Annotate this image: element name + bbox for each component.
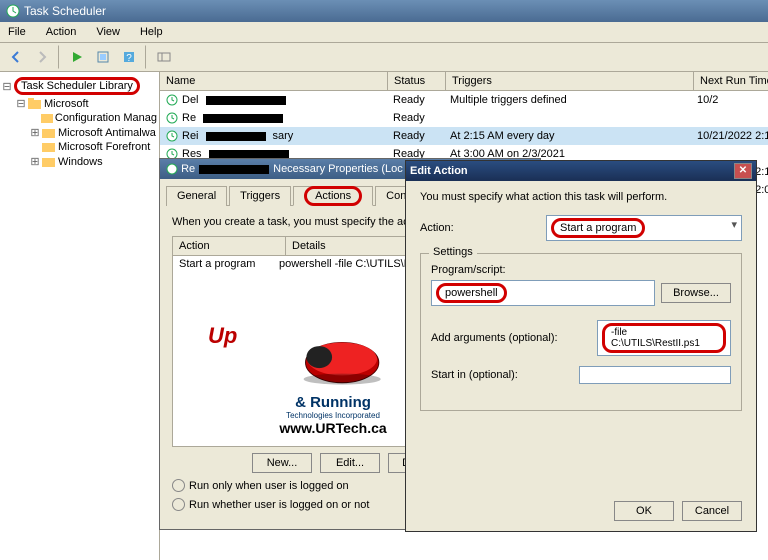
run-button[interactable]	[65, 45, 89, 69]
clock-icon	[166, 130, 178, 142]
group-legend: Settings	[429, 246, 477, 258]
tree-label: Windows	[58, 156, 103, 168]
tree-pane: ⊟ Task Scheduler Library ⊟Microsoft Conf…	[0, 72, 160, 560]
mouse-icon	[278, 323, 388, 393]
clock-icon	[166, 94, 178, 106]
tree-item[interactable]: Microsoft Forefront	[30, 140, 157, 154]
edit-button[interactable]: Edit...	[320, 453, 380, 473]
tree-root[interactable]: ⊟ Task Scheduler Library	[2, 76, 157, 96]
program-label: Program/script:	[431, 264, 731, 276]
col-action[interactable]: Action	[173, 237, 286, 255]
program-input[interactable]: powershell	[431, 280, 655, 306]
collapse-icon[interactable]: ⊟	[2, 80, 12, 93]
task-row[interactable]: ReReady	[160, 109, 768, 127]
tree-label: Microsoft Forefront	[58, 141, 150, 153]
col-next[interactable]: Next Run Time	[694, 72, 768, 90]
window-title: Task Scheduler	[24, 4, 106, 18]
highlight-circle: -file C:\UTILS\RestII.ps1	[602, 323, 726, 353]
separator	[145, 45, 148, 69]
arguments-label: Add arguments (optional):	[431, 332, 591, 344]
separator	[58, 45, 61, 69]
settings-group: Settings Program/script: powershell Brow…	[420, 253, 742, 411]
dialog-titlebar[interactable]: Edit Action ✕	[406, 161, 756, 181]
tree-item[interactable]: ⊞Microsoft Antimalwa	[30, 125, 157, 140]
cancel-button[interactable]: Cancel	[682, 501, 742, 521]
arguments-input[interactable]: -file C:\UTILS\RestII.ps1	[597, 320, 731, 356]
tab-general[interactable]: General	[166, 186, 227, 206]
window-titlebar: Task Scheduler	[0, 0, 768, 22]
folder-icon	[28, 98, 42, 110]
new-button[interactable]: New...	[252, 453, 312, 473]
action-cell: Start a program	[179, 258, 279, 270]
browse-button[interactable]: Browse...	[661, 283, 731, 303]
menu-action[interactable]: Action	[42, 24, 81, 40]
menu-file[interactable]: File	[4, 24, 30, 40]
col-name[interactable]: Name	[160, 72, 388, 90]
task-row[interactable]: ReisaryReadyAt 2:15 AM every day10/21/20…	[160, 127, 768, 145]
help-button[interactable]: ?	[117, 45, 141, 69]
dialog-title-pre: Re	[181, 163, 195, 175]
tree-item[interactable]: Configuration Manag	[30, 111, 157, 125]
startin-label: Start in (optional):	[431, 369, 573, 381]
ok-button[interactable]: OK	[614, 501, 674, 521]
close-icon[interactable]: ✕	[734, 163, 752, 179]
svg-text:?: ?	[126, 53, 132, 64]
col-status[interactable]: Status	[388, 72, 446, 90]
back-button[interactable]	[4, 45, 28, 69]
tree-item[interactable]: ⊞Windows	[30, 154, 157, 169]
properties-button[interactable]	[152, 45, 176, 69]
tab-actions[interactable]: Actions	[293, 186, 373, 206]
menu-help[interactable]: Help	[136, 24, 167, 40]
clock-icon	[166, 112, 178, 124]
menu-bar: File Action View Help	[0, 22, 768, 43]
folder-icon	[42, 127, 56, 139]
tree-label: Microsoft	[44, 98, 89, 110]
edit-action-dialog: Edit Action ✕ You must specify what acti…	[405, 160, 757, 532]
highlight-circle: Start a program	[551, 218, 645, 238]
tree-root-label: Task Scheduler Library	[21, 80, 133, 92]
menu-view[interactable]: View	[92, 24, 124, 40]
highlight-circle: Task Scheduler Library	[14, 77, 140, 95]
clock-icon	[166, 163, 178, 175]
folder-icon	[41, 112, 53, 124]
redacted	[199, 165, 269, 174]
dialog-title: Necessary Properties (Loc	[273, 163, 403, 175]
column-headers: Name Status Triggers Next Run Time Las	[160, 72, 768, 91]
refresh-button[interactable]	[91, 45, 115, 69]
highlight-circle: Actions	[304, 186, 362, 206]
toolbar: ?	[0, 43, 768, 72]
forward-button[interactable]	[30, 45, 54, 69]
dialog-title: Edit Action	[410, 165, 468, 177]
highlight-circle: powershell	[436, 283, 507, 303]
folder-icon	[42, 156, 56, 168]
tree-label: Configuration Manag	[55, 112, 157, 124]
tree-label: Microsoft Antimalwa	[58, 127, 156, 139]
tab-triggers[interactable]: Triggers	[229, 186, 291, 206]
tree-item-microsoft[interactable]: ⊟Microsoft	[16, 96, 157, 111]
col-triggers[interactable]: Triggers	[446, 72, 694, 90]
action-label: Action:	[420, 222, 540, 234]
dialog-intro: You must specify what action this task w…	[420, 191, 742, 203]
clock-icon	[6, 4, 20, 18]
startin-input[interactable]	[579, 366, 731, 384]
task-row[interactable]: DelReadyMultiple triggers defined10/2	[160, 91, 768, 109]
folder-icon	[42, 141, 56, 153]
action-select[interactable]: Start a program	[546, 215, 742, 241]
